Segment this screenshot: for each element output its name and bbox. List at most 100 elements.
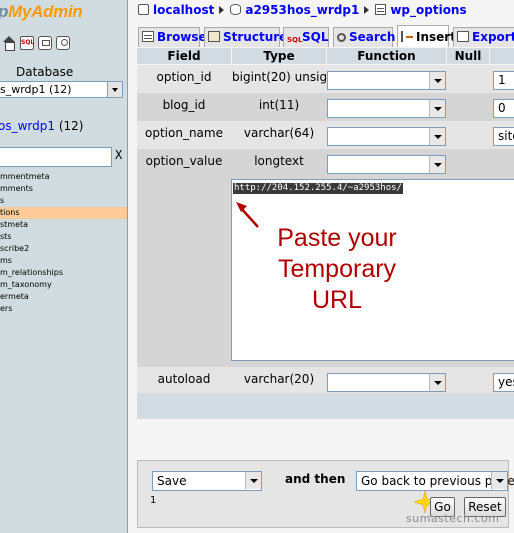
table-list: mmentmeta mments s tions stmeta sts scri…: [0, 171, 127, 315]
field-type: varchar(20): [243, 372, 315, 386]
chevron-down-icon[interactable]: [429, 128, 445, 145]
field-name: option_id: [156, 70, 212, 84]
option-value-text: http://204.152.255.4/~a2953hos/: [233, 183, 403, 194]
breadcrumb-table-label: wp_options: [390, 3, 467, 17]
database-link-name: os_wrdp1: [0, 119, 55, 133]
table-list-item[interactable]: scribe2: [0, 243, 127, 255]
table-list-item[interactable]: m_relationships: [0, 267, 127, 279]
annotation-line: Temporary: [277, 255, 397, 283]
after-insert-select[interactable]: Go back to previous page: [356, 471, 514, 491]
action-select[interactable]: Save: [152, 471, 262, 491]
tab-sql[interactable]: SQLSQL: [283, 27, 329, 47]
sql-icon[interactable]: SQL: [20, 36, 34, 50]
tab-label: Search: [349, 30, 396, 44]
table-row: blog_id int(11) 0: [137, 93, 514, 121]
annotation-text: Paste your Temporary URL: [262, 223, 412, 316]
chevron-down-icon[interactable]: [107, 82, 122, 97]
and-then-label: and then: [285, 472, 346, 486]
filter-clear-button[interactable]: X: [115, 148, 122, 162]
phpmyadmin-logo[interactable]: pMyAdmin: [0, 2, 83, 22]
chevron-down-icon[interactable]: [429, 72, 445, 89]
chevron-down-icon[interactable]: [491, 472, 507, 489]
tab-label: Insert: [416, 30, 456, 44]
query-window-icon[interactable]: [38, 36, 52, 50]
breadcrumb-server-label: localhost: [153, 3, 215, 17]
database-label: Database: [16, 65, 74, 79]
breadcrumb-server[interactable]: localhost: [138, 3, 214, 17]
field-type: int(11): [258, 98, 300, 112]
table-icon: [375, 4, 387, 15]
chevron-down-icon[interactable]: [245, 472, 261, 489]
field-type: longtext: [254, 154, 304, 168]
table-row: option_id bigint(20) unsigned 1: [137, 65, 514, 93]
sql-icon: SQL: [287, 36, 303, 44]
breadcrumb: localhost a2953hos_wrdp1 wp_options: [138, 3, 467, 19]
function-select[interactable]: [327, 127, 446, 146]
table-list-item[interactable]: ers: [0, 303, 127, 315]
tab-label: Export: [472, 30, 514, 44]
database-icon: [230, 4, 242, 15]
table-list-item-active[interactable]: tions: [0, 207, 127, 219]
annotation-line: URL: [311, 286, 362, 314]
table-list-item[interactable]: sts: [0, 231, 127, 243]
browse-icon: [142, 31, 154, 42]
database-link-count: (12): [58, 119, 84, 133]
function-select[interactable]: [327, 155, 446, 174]
field-name: option_name: [145, 126, 223, 140]
field-name: blog_id: [162, 98, 206, 112]
value-input[interactable]: yes: [493, 373, 514, 392]
function-select[interactable]: [327, 99, 446, 118]
value-input[interactable]: 1: [493, 71, 514, 90]
breadcrumb-separator-icon: [364, 6, 370, 14]
main-frame: localhost a2953hos_wrdp1 wp_options Browse…: [127, 0, 514, 533]
database-link[interactable]: os_wrdp1 (12): [0, 119, 83, 133]
chevron-down-icon[interactable]: [429, 100, 445, 117]
insert-form-table: Field Type Function Null option_id bigin…: [137, 48, 514, 418]
table-filter-input[interactable]: [0, 147, 112, 167]
logo-prefix: p: [0, 2, 8, 21]
table-list-item[interactable]: stmeta: [0, 219, 127, 231]
database-select[interactable]: s_wrdp1 (12): [0, 81, 123, 98]
function-select[interactable]: [327, 71, 446, 90]
submit-panel: Save and then Go back to previous page 1…: [137, 460, 514, 528]
docs-icon[interactable]: [56, 36, 70, 50]
tab-export[interactable]: Export: [453, 27, 514, 47]
value-input[interactable]: 0: [493, 99, 514, 118]
table-row: option_name varchar(64) siteurl: [137, 121, 514, 149]
tab-insert[interactable]: Insert: [397, 25, 456, 47]
breadcrumb-table[interactable]: wp_options: [375, 3, 467, 17]
field-name: autoload: [157, 372, 211, 386]
tab-structure[interactable]: Structure: [204, 27, 287, 47]
field-type: varchar(64): [243, 126, 315, 140]
navigation-frame: pMyAdmin SQL Database s_wrdp1 (12) os_wr…: [0, 0, 127, 533]
column-header-function: Function: [327, 48, 446, 64]
table-row: autoload varchar(20) yes: [137, 367, 514, 393]
screenshot: pMyAdmin SQL Database s_wrdp1 (12) os_wr…: [0, 0, 514, 533]
insert-icon: [401, 31, 413, 42]
export-icon: [457, 31, 469, 42]
breadcrumb-database[interactable]: a2953hos_wrdp1: [230, 3, 359, 17]
tab-browse[interactable]: Browse: [138, 27, 207, 47]
table-list-item[interactable]: ms: [0, 255, 127, 267]
breadcrumb-database-label: a2953hos_wrdp1: [245, 3, 360, 17]
home-icon[interactable]: [2, 36, 16, 51]
chevron-down-icon[interactable]: [429, 374, 445, 391]
option-value-textarea[interactable]: http://204.152.255.4/~a2953hos/ Paste yo…: [231, 179, 514, 361]
table-list-item[interactable]: mments: [0, 183, 127, 195]
search-icon: [337, 33, 346, 42]
value-input[interactable]: siteurl: [493, 127, 514, 146]
function-select[interactable]: [327, 373, 446, 392]
table-list-item[interactable]: ermeta: [0, 291, 127, 303]
table-list-item[interactable]: mmentmeta: [0, 171, 127, 183]
table-list-item[interactable]: m_taxonomy: [0, 279, 127, 291]
field-type: bigint(20) unsigned: [232, 70, 350, 84]
watermark: sumastech.com: [406, 512, 500, 525]
table-list-item[interactable]: s: [0, 195, 127, 207]
structure-icon: [208, 31, 220, 42]
ignore-row-bar: [137, 393, 514, 419]
tab-search[interactable]: Search: [333, 27, 396, 47]
chevron-down-icon[interactable]: [429, 156, 445, 173]
tab-label: SQL: [302, 30, 329, 44]
tab-label: Browse: [157, 30, 207, 44]
logo-main: MyAdmin: [8, 2, 83, 21]
